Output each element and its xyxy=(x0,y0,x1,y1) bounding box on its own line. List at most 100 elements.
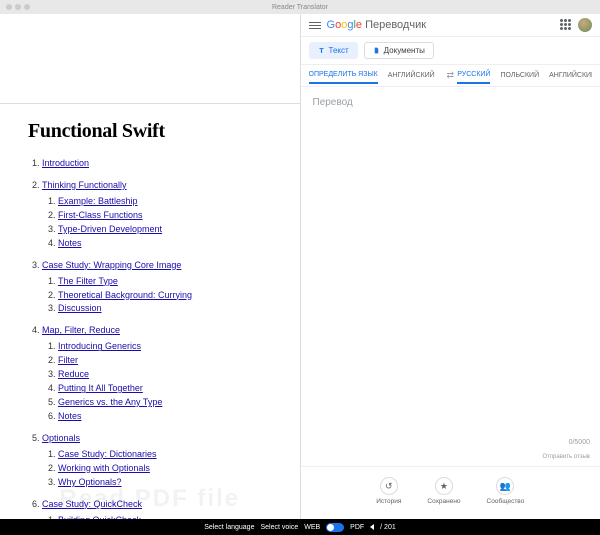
toc-subsection-link[interactable]: Notes xyxy=(58,238,82,248)
toc-subsection: Discussion xyxy=(58,302,290,316)
toc-chapter: Introduction xyxy=(42,157,290,171)
toc-subsections: Building QuickCheckMaking Values Smaller xyxy=(42,514,290,519)
toc-subsection-link[interactable]: Case Study: Dictionaries xyxy=(58,449,157,459)
toc-subsection-link[interactable]: Type-Driven Development xyxy=(58,224,162,234)
web-label: WEB xyxy=(304,524,320,531)
toc-subsection: Case Study: Dictionaries xyxy=(58,448,290,462)
google-logo: Google Переводчик xyxy=(327,19,427,31)
toc-subsection-link[interactable]: Notes xyxy=(58,411,82,421)
app-bottombar: Select language Select voice WEB PDF / 2… xyxy=(0,519,600,535)
people-icon: 👥 xyxy=(496,477,514,495)
lang-tabs: ОПРЕДЕЛИТЬ ЯЗЫК АНГЛИЙСКИЙ РУС… ⌄ ⇄ РУСС… xyxy=(301,65,600,87)
toc-subsection-link[interactable]: Filter xyxy=(58,355,78,365)
avatar[interactable] xyxy=(578,18,592,32)
traffic-lights[interactable] xyxy=(6,4,30,10)
toc-chapter: Case Study: QuickCheck Building QuickChec… xyxy=(42,498,290,519)
dst-lang-0[interactable]: РУССКИЙ xyxy=(457,67,490,84)
toc-subsection-link[interactable]: Building QuickCheck xyxy=(58,515,141,519)
mode-docs-button[interactable]: Документы xyxy=(364,42,434,59)
document-view[interactable]: Functional Swift Introduction Thinking Fu… xyxy=(0,104,300,519)
select-voice-button[interactable]: Select voice xyxy=(260,524,298,531)
mode-text-button[interactable]: Текст xyxy=(309,42,358,59)
toc-subsection-link[interactable]: Theoretical Background: Currying xyxy=(58,290,192,300)
close-dot[interactable] xyxy=(6,4,12,10)
dst-lang-row: РУССКИЙ ПОЛЬСКИЙ АНГЛИЙСКИЙ ⌄ xyxy=(457,67,592,84)
translate-body: Перевод 0/5000 Отправить отзыв ↺ История… xyxy=(301,87,600,519)
translation-output[interactable]: Перевод 0/5000 xyxy=(301,87,600,452)
swap-icon[interactable]: ⇄ xyxy=(443,69,457,83)
doc-title: Functional Swift xyxy=(28,120,290,143)
send-feedback-link[interactable]: Отправить отзыв xyxy=(301,452,600,466)
toc-subsection: Putting It All Together xyxy=(58,382,290,396)
window-title: Reader Translator xyxy=(272,4,328,11)
toc-subsection: Reduce xyxy=(58,368,290,382)
toc-chapter: Optionals Case Study: Dictionaries Working… xyxy=(42,432,290,490)
toc-subsection-link[interactable]: Example: Battleship xyxy=(58,196,138,206)
toc-subsection-link[interactable]: Putting It All Together xyxy=(58,383,143,393)
toc-subsections: Example: Battleship First-Class Functions… xyxy=(42,195,290,251)
toc-chapter-link[interactable]: Case Study: Wrapping Core Image xyxy=(42,260,181,270)
src-lang-1[interactable]: АНГЛИЙСКИЙ xyxy=(388,68,435,83)
toc-subsection: Filter xyxy=(58,354,290,368)
saved-button[interactable]: ★ Сохранено xyxy=(427,477,460,505)
menu-icon[interactable] xyxy=(309,22,321,29)
apps-icon[interactable] xyxy=(560,19,572,31)
history-label: История xyxy=(376,498,401,505)
toc-subsection: First-Class Functions xyxy=(58,209,290,223)
web-pdf-toggle[interactable] xyxy=(326,523,344,532)
volume-icon[interactable] xyxy=(370,524,374,530)
toc-subsection: Introducing Generics xyxy=(58,340,290,354)
select-language-button[interactable]: Select language xyxy=(204,524,254,531)
window-titlebar: Reader Translator xyxy=(0,0,600,14)
table-of-contents: Introduction Thinking Functionally Example… xyxy=(28,157,290,519)
toc-subsection: Generics vs. the Any Type xyxy=(58,396,290,410)
translate-header: Google Переводчик xyxy=(301,14,600,37)
star-icon: ★ xyxy=(435,477,453,495)
toc-chapter-link[interactable]: Thinking Functionally xyxy=(42,180,127,190)
community-button[interactable]: 👥 Сообщество xyxy=(487,477,525,505)
pdf-label: PDF xyxy=(350,524,364,531)
dst-lang-2[interactable]: АНГЛИЙСКИЙ xyxy=(549,68,592,83)
toc-subsection-link[interactable]: Why Optionals? xyxy=(58,477,122,487)
reader-top-blank xyxy=(0,14,300,104)
community-label: Сообщество xyxy=(487,498,525,505)
reader-pane: Functional Swift Introduction Thinking Fu… xyxy=(0,14,301,519)
toc-subsection-link[interactable]: The Filter Type xyxy=(58,276,118,286)
toc-subsection: Notes xyxy=(58,410,290,424)
output-placeholder: Перевод xyxy=(313,97,353,108)
brand-suffix: Переводчик xyxy=(365,19,426,31)
toc-subsection-link[interactable]: Introducing Generics xyxy=(58,341,141,351)
page-indicator: / 201 xyxy=(380,524,396,531)
src-lang-detect[interactable]: ОПРЕДЕЛИТЬ ЯЗЫК xyxy=(309,67,378,84)
mode-docs-label: Документы xyxy=(384,46,425,55)
toc-chapter-link[interactable]: Map, Filter, Reduce xyxy=(42,325,120,335)
mode-text-label: Текст xyxy=(329,46,349,55)
toc-subsection-link[interactable]: Generics vs. the Any Type xyxy=(58,397,162,407)
history-button[interactable]: ↺ История xyxy=(376,477,401,505)
toc-subsections: The Filter Type Theoretical Background: C… xyxy=(42,275,290,317)
dst-lang-1[interactable]: ПОЛЬСКИЙ xyxy=(500,68,539,83)
toc-chapter-link[interactable]: Optionals xyxy=(42,433,80,443)
translate-footer: ↺ История ★ Сохранено 👥 Сообщество xyxy=(301,466,600,519)
toc-chapter-link[interactable]: Introduction xyxy=(42,158,89,168)
toc-subsection: Type-Driven Development xyxy=(58,223,290,237)
saved-label: Сохранено xyxy=(427,498,460,505)
toc-subsection: The Filter Type xyxy=(58,275,290,289)
translate-pane: Google Переводчик Текст Документы ОПРЕДЕ… xyxy=(301,14,600,519)
min-dot[interactable] xyxy=(15,4,21,10)
toc-subsection-link[interactable]: Working with Optionals xyxy=(58,463,150,473)
toc-subsection-link[interactable]: First-Class Functions xyxy=(58,210,143,220)
mode-row: Текст Документы xyxy=(301,37,600,65)
toc-subsection: Why Optionals? xyxy=(58,476,290,490)
toc-subsections: Introducing Generics Filter Reduce Putting … xyxy=(42,340,290,424)
docs-mode-icon xyxy=(373,47,380,54)
toc-subsection-link[interactable]: Discussion xyxy=(58,303,102,313)
toc-subsection: Theoretical Background: Currying xyxy=(58,289,290,303)
toc-chapter: Case Study: Wrapping Core Image The Filte… xyxy=(42,259,290,317)
toc-chapter-link[interactable]: Case Study: QuickCheck xyxy=(42,499,142,509)
max-dot[interactable] xyxy=(24,4,30,10)
toc-subsection: Example: Battleship xyxy=(58,195,290,209)
toc-subsection-link[interactable]: Reduce xyxy=(58,369,89,379)
history-icon: ↺ xyxy=(380,477,398,495)
text-mode-icon xyxy=(318,47,325,54)
